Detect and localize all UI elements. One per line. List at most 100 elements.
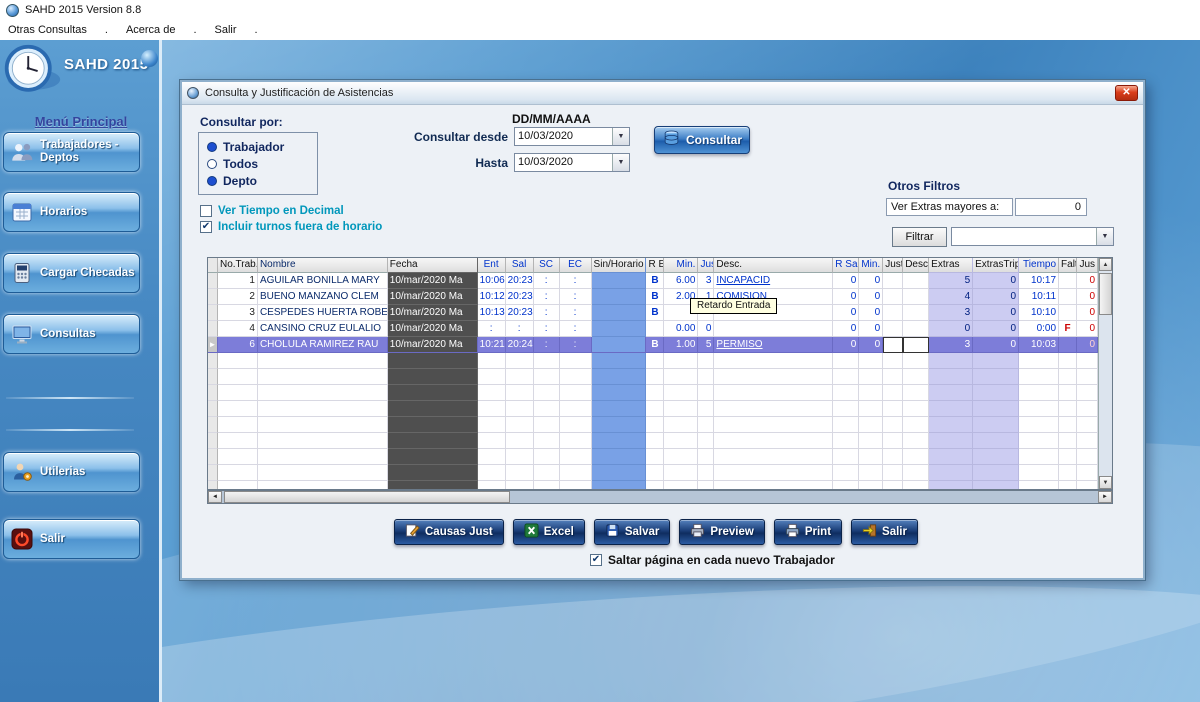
grid-cell[interactable]: : bbox=[506, 321, 534, 337]
chevron-down-icon[interactable]: ▼ bbox=[612, 128, 629, 145]
grid-cell[interactable]: : bbox=[560, 305, 592, 321]
grid-cell[interactable] bbox=[592, 273, 647, 289]
grid-cell[interactable]: 0 bbox=[859, 273, 883, 289]
grid-cell[interactable] bbox=[903, 321, 929, 337]
salir-button[interactable]: Salir bbox=[851, 519, 918, 545]
table-row[interactable]: 4CANSINO CRUZ EULALIO10/mar/2020 Ma::::0… bbox=[208, 321, 1098, 337]
grid-column-header[interactable]: Sal bbox=[506, 258, 534, 273]
horizontal-scrollbar[interactable]: ◄ ► bbox=[207, 490, 1113, 504]
grid-column-header[interactable]: Nombre bbox=[258, 258, 388, 273]
grid-cell[interactable] bbox=[903, 273, 929, 289]
radio-todos[interactable]: Todos bbox=[207, 155, 309, 172]
grid-cell[interactable]: : bbox=[534, 321, 560, 337]
grid-column-header[interactable]: Just bbox=[883, 258, 903, 273]
grid-cell[interactable]: 0 bbox=[973, 305, 1019, 321]
grid-cell[interactable]: : bbox=[560, 289, 592, 305]
scroll-down-icon[interactable]: ▼ bbox=[1099, 476, 1112, 489]
desde-combo[interactable]: 10/03/2020 ▼ bbox=[514, 127, 630, 146]
grid-column-header[interactable]: Extras bbox=[929, 258, 973, 273]
grid-column-header[interactable]: Min. bbox=[664, 258, 698, 273]
grid-cell[interactable]: 10:17 bbox=[1019, 273, 1059, 289]
grid-cell[interactable]: 20:23 bbox=[506, 273, 534, 289]
grid-cell[interactable]: 0 bbox=[859, 305, 883, 321]
grid-cell[interactable]: BUENO MANZANO CLEM bbox=[258, 289, 388, 305]
grid-cell[interactable]: B bbox=[646, 337, 664, 353]
grid-cell[interactable]: 2 bbox=[218, 289, 258, 305]
grid-cell[interactable]: 1.00 bbox=[664, 337, 698, 353]
grid-cell[interactable] bbox=[1059, 305, 1077, 321]
dialog-titlebar[interactable]: Consulta y Justificación de Asistencias … bbox=[182, 82, 1143, 105]
grid-cell[interactable]: 4 bbox=[929, 289, 973, 305]
grid-cell[interactable]: 0 bbox=[833, 273, 859, 289]
grid-cell[interactable] bbox=[883, 321, 903, 337]
grid-cell[interactable]: 0 bbox=[833, 337, 859, 353]
grid-cell[interactable] bbox=[592, 337, 647, 353]
salvar-button[interactable]: Salvar bbox=[594, 519, 671, 545]
horizontal-scroll-track[interactable] bbox=[222, 491, 1098, 503]
grid-cell[interactable]: : bbox=[534, 337, 560, 353]
scroll-right-icon[interactable]: ► bbox=[1098, 491, 1112, 503]
grid-cell[interactable]: CANSINO CRUZ EULALIO bbox=[258, 321, 388, 337]
grid-cell[interactable]: 0 bbox=[1077, 337, 1098, 353]
grid-cell[interactable]: 3 bbox=[698, 273, 714, 289]
grid-cell[interactable] bbox=[592, 321, 647, 337]
grid-cell[interactable] bbox=[714, 321, 833, 337]
horizontal-scroll-thumb[interactable] bbox=[224, 491, 510, 503]
grid-cell[interactable]: B bbox=[646, 289, 664, 305]
grid-column-header[interactable]: Fecha bbox=[388, 258, 478, 273]
grid-column-header[interactable]: Desc. bbox=[714, 258, 833, 273]
grid-cell[interactable]: 0 bbox=[833, 321, 859, 337]
grid-cell[interactable]: 3 bbox=[929, 337, 973, 353]
grid-cell[interactable] bbox=[883, 337, 903, 353]
grid-cell[interactable]: 3 bbox=[218, 305, 258, 321]
grid-cell[interactable]: 0:00 bbox=[1019, 321, 1059, 337]
grid-cell[interactable]: 6 bbox=[218, 337, 258, 353]
grid-cell[interactable]: 10/mar/2020 Ma bbox=[388, 289, 478, 305]
grid-cell[interactable]: B bbox=[646, 273, 664, 289]
grid-cell[interactable]: : bbox=[478, 321, 506, 337]
grid-cell[interactable]: AGUILAR BONILLA MARY bbox=[258, 273, 388, 289]
grid-cell[interactable]: 0 bbox=[859, 321, 883, 337]
checkbox-incluir-turnos[interactable]: ✔ Incluir turnos fuera de horario bbox=[200, 221, 382, 233]
grid-cell[interactable] bbox=[1059, 273, 1077, 289]
grid-cell[interactable]: 0 bbox=[833, 289, 859, 305]
ver-extras-input[interactable]: 0 bbox=[1015, 198, 1087, 216]
sidebar-item-cargar-checadas[interactable]: Cargar Checadas bbox=[3, 253, 140, 293]
grid-cell[interactable]: 0 bbox=[973, 289, 1019, 305]
grid-cell[interactable]: 20:23 bbox=[506, 289, 534, 305]
grid-cell[interactable]: : bbox=[534, 305, 560, 321]
grid-column-header[interactable]: R Ent bbox=[646, 258, 664, 273]
grid-cell[interactable]: 4 bbox=[218, 321, 258, 337]
grid-cell[interactable]: : bbox=[560, 337, 592, 353]
grid-column-header[interactable]: No.Trab. bbox=[218, 258, 258, 273]
table-row[interactable]: 2BUENO MANZANO CLEM10/mar/2020 Ma10:1220… bbox=[208, 289, 1098, 305]
grid-column-header[interactable]: EC bbox=[560, 258, 592, 273]
grid-cell[interactable]: : bbox=[560, 273, 592, 289]
grid-cell[interactable] bbox=[883, 289, 903, 305]
checkbox-ver-tiempo-decimal[interactable]: ✔ Ver Tiempo en Decimal bbox=[200, 205, 344, 217]
grid-column-header[interactable]: SC bbox=[534, 258, 560, 273]
scroll-left-icon[interactable]: ◄ bbox=[208, 491, 222, 503]
table-row[interactable]: 1AGUILAR BONILLA MARY10/mar/2020 Ma10:06… bbox=[208, 273, 1098, 289]
grid-column-header[interactable]: R Sal bbox=[833, 258, 859, 273]
grid-cell[interactable] bbox=[883, 273, 903, 289]
grid-cell[interactable]: 0 bbox=[1077, 321, 1098, 337]
grid-cell[interactable]: 5 bbox=[929, 273, 973, 289]
grid-column-header[interactable]: Desc. bbox=[903, 258, 929, 273]
grid-cell[interactable]: 10:13 bbox=[478, 305, 506, 321]
grid-cell[interactable]: 10/mar/2020 Ma bbox=[388, 321, 478, 337]
grid-cell[interactable]: 1 bbox=[218, 273, 258, 289]
grid-cell[interactable]: 20:23 bbox=[506, 305, 534, 321]
grid-cell[interactable] bbox=[883, 305, 903, 321]
grid-cell[interactable]: 0 bbox=[1077, 289, 1098, 305]
chevron-down-icon[interactable]: ▼ bbox=[1096, 228, 1113, 245]
grid-cell[interactable]: : bbox=[534, 289, 560, 305]
grid-cell[interactable]: 5 bbox=[698, 337, 714, 353]
print-button[interactable]: Print bbox=[774, 519, 842, 545]
grid-cell[interactable]: 0 bbox=[929, 321, 973, 337]
excel-button[interactable]: Excel bbox=[513, 519, 585, 545]
radio-depto[interactable]: Depto bbox=[207, 172, 309, 189]
grid-column-header[interactable]: ExtrasTriple bbox=[973, 258, 1019, 273]
filtrar-button[interactable]: Filtrar bbox=[892, 227, 947, 247]
sidebar-item-salir[interactable]: Salir bbox=[3, 519, 140, 559]
